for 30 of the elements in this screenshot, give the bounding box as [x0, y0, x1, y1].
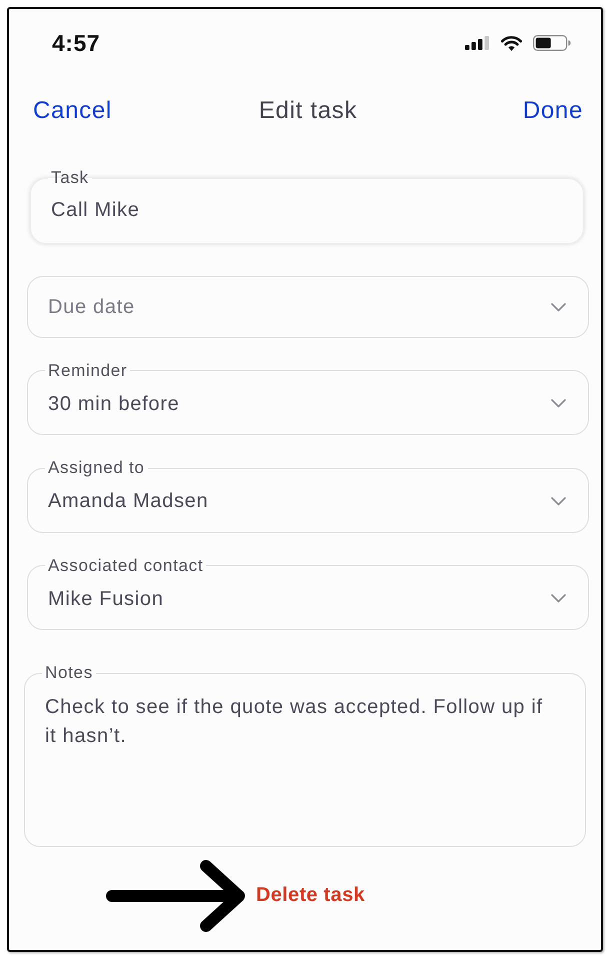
- text-input[interactable]: Call Mike: [51, 198, 561, 222]
- notes-field[interactable]: Notes Check to see if the quote was accepted. Follow up if it hasn’t.: [24, 664, 586, 846]
- done-button[interactable]: Done: [522, 97, 583, 125]
- wifi-icon: [501, 36, 522, 50]
- dropdown-field[interactable]: Reminder 30 min before: [27, 362, 589, 435]
- text-field[interactable]: Task Call Mike: [30, 169, 584, 244]
- chevron-down-icon: [551, 302, 566, 312]
- notes-text: Check to see if the quote was accepted. Follow up if it hasn’t.: [44, 694, 544, 748]
- cancel-button[interactable]: Cancel: [33, 97, 112, 125]
- delete-task-button[interactable]: Delete task: [256, 884, 365, 907]
- field-placeholder: Due date: [48, 295, 135, 319]
- chevron-down-icon: [551, 496, 566, 506]
- status-time: 4:57: [52, 30, 100, 56]
- arrow-icon: [106, 860, 246, 932]
- signal-icon: [465, 36, 489, 50]
- dropdown-field[interactable]: Assigned to Amanda Madsen: [27, 459, 589, 532]
- field-label: Assigned to: [47, 459, 146, 477]
- field-value: 30 min before: [48, 392, 180, 416]
- screen-title: Edit task: [258, 97, 358, 125]
- field-label: Associated contact: [47, 556, 204, 574]
- field-value: Mike Fusion: [48, 586, 164, 610]
- field-label: Task: [50, 169, 90, 187]
- chevron-down-icon: [551, 594, 566, 603]
- field-label: Reminder: [47, 362, 128, 380]
- field-label: Notes: [44, 664, 94, 682]
- dropdown-field[interactable]: Due date: [27, 276, 589, 338]
- battery-icon: [533, 35, 571, 51]
- dropdown-field[interactable]: Associated contact Mike Fusion: [27, 556, 589, 630]
- chevron-down-icon: [551, 399, 566, 408]
- field-value: Amanda Madsen: [48, 489, 208, 513]
